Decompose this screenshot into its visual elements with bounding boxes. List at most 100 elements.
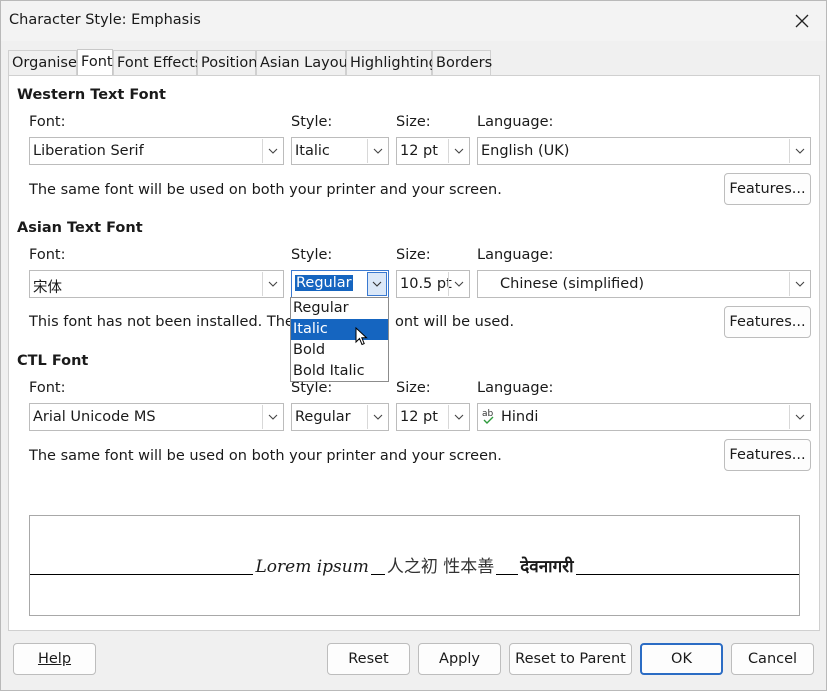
asian-language-label: Language: [477, 247, 554, 263]
ctl-size-dropdown-button[interactable] [448, 405, 468, 429]
western-font-label: Font: [29, 114, 66, 130]
style-option-regular[interactable]: Regular [291, 298, 388, 319]
ctl-font-value: Arial Unicode MS [33, 409, 156, 425]
asian-features-button[interactable]: Features... [724, 306, 811, 338]
asian-font-dropdown-button[interactable] [262, 272, 282, 296]
ok-button[interactable]: OK [640, 643, 723, 675]
ctl-font-label: Font: [29, 380, 66, 396]
ctl-style-label: Style: [291, 380, 333, 396]
western-language-value: English (UK) [481, 143, 570, 159]
western-font-dropdown-button[interactable] [262, 139, 282, 163]
asian-font-label: Font: [29, 247, 66, 263]
preview-ctl-text: देवनागरी [518, 557, 576, 577]
apply-button[interactable]: Apply [418, 643, 501, 675]
western-features-button[interactable]: Features... [724, 173, 811, 205]
tab-borders[interactable]: Borders [432, 50, 492, 76]
ctl-style-dropdown-button[interactable] [367, 405, 387, 429]
font-preview: Lorem ipsum 人之初 性本善 देवनागरी [29, 515, 800, 616]
ctl-size-label: Size: [396, 380, 431, 396]
chevron-down-icon [454, 148, 463, 154]
chevron-down-icon [268, 148, 277, 154]
asian-size-label: Size: [396, 247, 431, 263]
chevron-down-icon [795, 414, 804, 420]
style-dropdown-list: Regular Italic Bold Bold Italic [290, 297, 389, 382]
asian-size-combobox[interactable]: 10.5 pt [396, 270, 470, 298]
preview-western-text: Lorem ipsum [253, 557, 371, 577]
mouse-pointer-icon [355, 327, 368, 346]
western-style-combobox[interactable]: Italic [291, 137, 389, 165]
chevron-down-icon [454, 414, 463, 420]
asian-note-right: ont will be used. [395, 314, 515, 330]
ctl-language-label: Language: [477, 380, 554, 396]
ctl-section-title: CTL Font [17, 353, 89, 369]
western-section-title: Western Text Font [17, 87, 166, 103]
style-option-italic[interactable]: Italic [291, 319, 388, 340]
asian-size-dropdown-button[interactable] [448, 272, 468, 296]
close-icon [795, 14, 809, 28]
asian-style-value: Regular [295, 275, 353, 291]
ctl-note: The same font will be used on both your … [29, 448, 502, 464]
ctl-style-value: Regular [295, 409, 351, 425]
tab-font-effects[interactable]: Font Effects [113, 50, 202, 76]
chevron-down-icon [372, 281, 382, 287]
western-size-label: Size: [396, 114, 431, 130]
style-option-bold-italic[interactable]: Bold Italic [291, 361, 388, 382]
chevron-down-icon [795, 281, 804, 287]
ctl-font-combobox[interactable]: Arial Unicode MS [29, 403, 284, 431]
chevron-down-icon [373, 148, 382, 154]
ctl-language-value: Hindi [501, 409, 539, 425]
western-font-combobox[interactable]: Liberation Serif [29, 137, 284, 165]
tab-position[interactable]: Position [197, 50, 257, 76]
tab-organiser[interactable]: Organiser [8, 50, 83, 76]
reset-to-parent-button[interactable]: Reset to Parent [509, 643, 632, 675]
chevron-down-icon [373, 414, 382, 420]
asian-section-title: Asian Text Font [17, 220, 143, 236]
close-button[interactable] [784, 6, 820, 36]
asian-language-dropdown-button[interactable] [789, 272, 809, 296]
asian-style-combobox[interactable]: Regular [291, 270, 389, 298]
asian-language-combobox[interactable]: Chinese (simplified) [477, 270, 811, 298]
window-title: Character Style: Emphasis [9, 12, 201, 28]
chevron-down-icon [268, 414, 277, 420]
western-language-dropdown-button[interactable] [789, 139, 809, 163]
spellcheck-language-icon: ab [481, 407, 497, 429]
western-size-value: 12 pt [400, 143, 438, 159]
style-option-bold[interactable]: Bold [291, 340, 388, 361]
ctl-language-combobox[interactable]: ab Hindi [477, 403, 811, 431]
western-font-value: Liberation Serif [33, 143, 144, 159]
asian-font-value: 宋体 [33, 280, 62, 296]
tab-font[interactable]: Font [77, 49, 113, 76]
preview-text: Lorem ipsum 人之初 性本善 देवनागरी [30, 552, 799, 577]
asian-style-label: Style: [291, 247, 333, 263]
western-note: The same font will be used on both your … [29, 182, 502, 198]
title-bar: Character Style: Emphasis [1, 1, 826, 41]
chevron-down-icon [268, 281, 277, 287]
western-style-dropdown-button[interactable] [367, 139, 387, 163]
ctl-features-button[interactable]: Features... [724, 439, 811, 471]
asian-size-value: 10.5 pt [400, 276, 452, 292]
western-style-value: Italic [295, 143, 330, 159]
western-style-label: Style: [291, 114, 333, 130]
western-language-label: Language: [477, 114, 554, 130]
western-language-combobox[interactable]: English (UK) [477, 137, 811, 165]
reset-button[interactable]: Reset [327, 643, 410, 675]
ctl-size-combobox[interactable]: 12 pt [396, 403, 470, 431]
tab-asian-layout[interactable]: Asian Layout [256, 50, 353, 76]
asian-language-value: Chinese (simplified) [500, 276, 645, 292]
asian-note-left: This font has not been installed. The cl… [29, 314, 320, 330]
chevron-down-icon [454, 281, 463, 287]
tab-highlighting[interactable]: Highlighting [346, 50, 438, 76]
ctl-language-dropdown-button[interactable] [789, 405, 809, 429]
cancel-button[interactable]: Cancel [731, 643, 814, 675]
western-size-combobox[interactable]: 12 pt [396, 137, 470, 165]
chevron-down-icon [795, 148, 804, 154]
ctl-size-value: 12 pt [400, 409, 438, 425]
character-style-dialog: Character Style: Emphasis Organiser Font… [0, 0, 827, 691]
western-size-dropdown-button[interactable] [448, 139, 468, 163]
asian-font-combobox[interactable]: 宋体 [29, 270, 284, 298]
asian-style-dropdown-button[interactable] [367, 272, 387, 296]
ctl-style-combobox[interactable]: Regular [291, 403, 389, 431]
help-button[interactable]: Help [13, 643, 96, 675]
ctl-font-dropdown-button[interactable] [262, 405, 282, 429]
preview-asian-text: 人之初 性本善 [384, 557, 497, 577]
